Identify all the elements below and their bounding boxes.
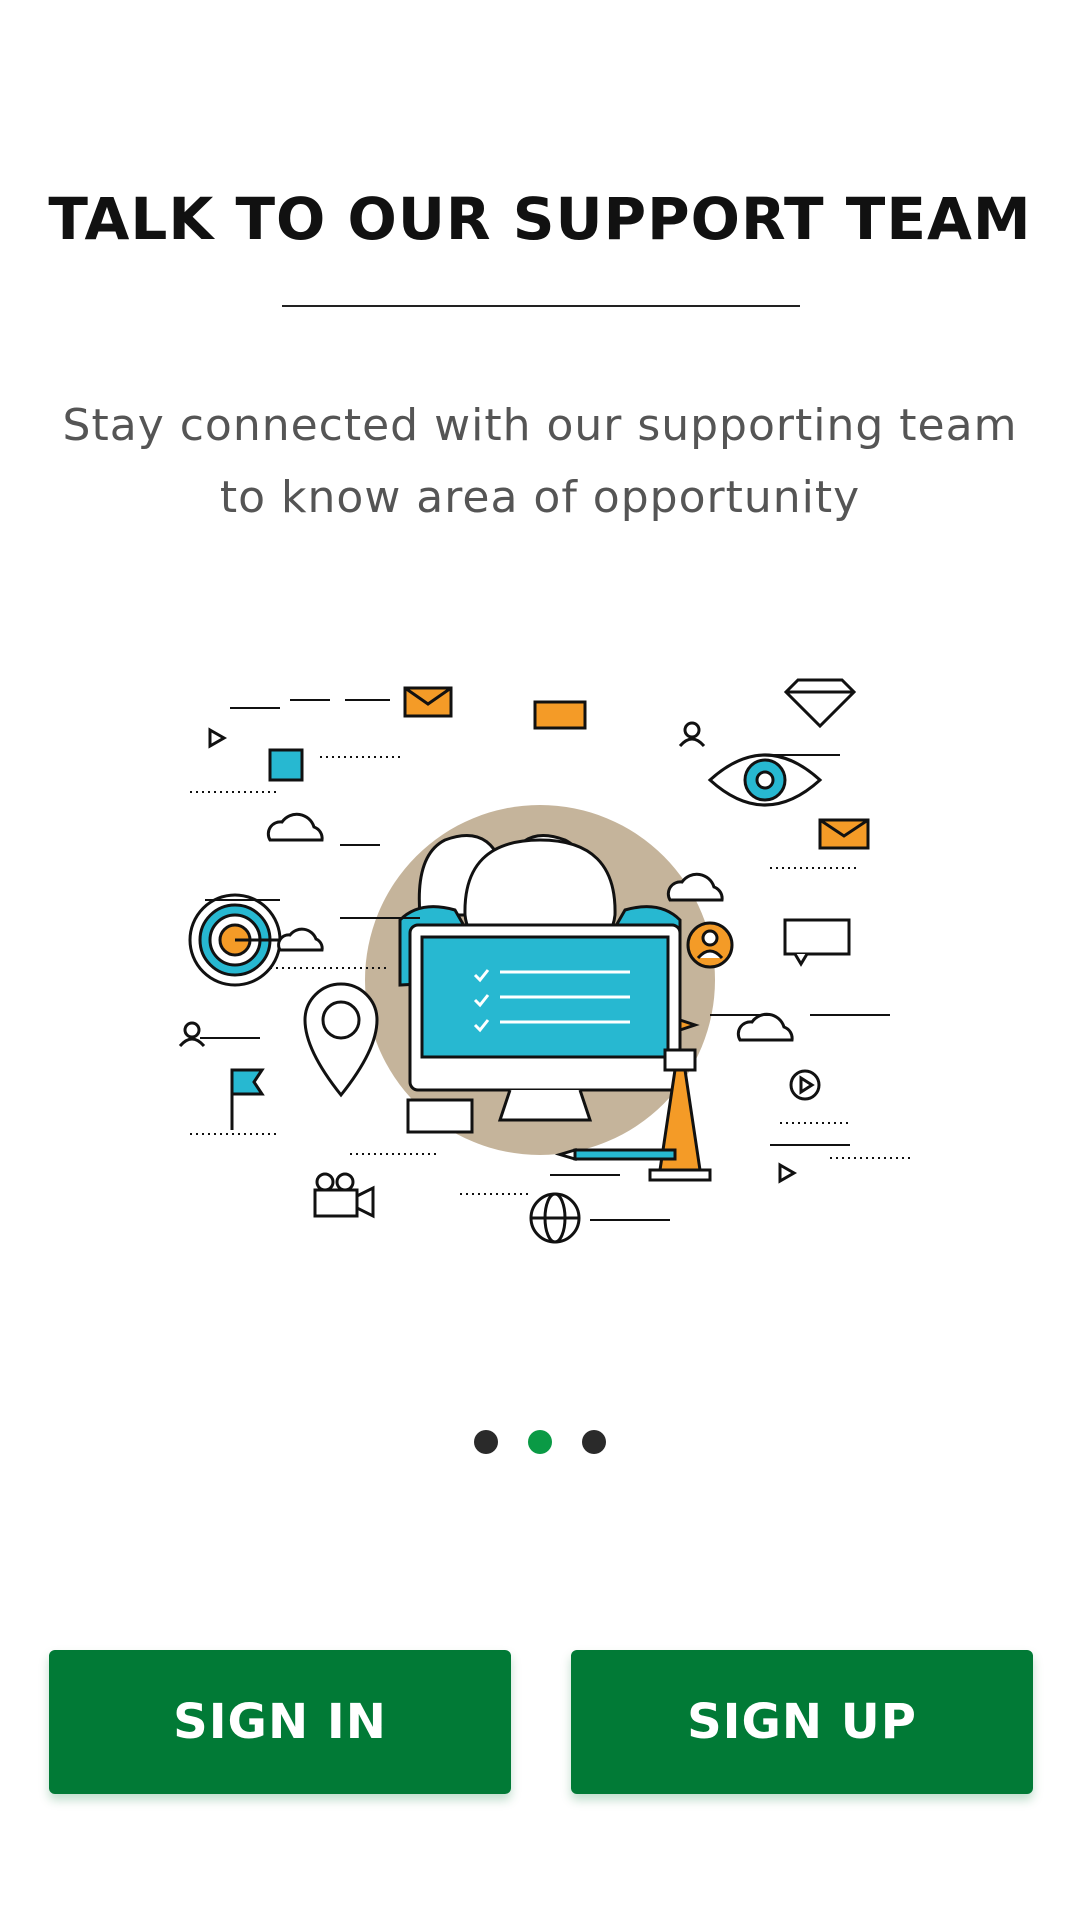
title-divider — [282, 305, 800, 307]
sign-up-button[interactable]: SIGN UP — [571, 1650, 1033, 1794]
pencil-icon — [554, 1147, 677, 1162]
sign-in-button[interactable]: SIGN IN — [49, 1650, 511, 1794]
subtitle-line-2: to know area of opportunity — [219, 472, 861, 523]
map-pin-icon — [303, 982, 379, 1098]
subtitle-line-1: Stay connected with our supporting team — [62, 400, 1018, 451]
page-indicator — [0, 1430, 1080, 1454]
page-subtitle: Stay connected with our supporting team … — [40, 390, 1040, 534]
support-team-illustration — [178, 678, 910, 1244]
globe-icon — [529, 1192, 581, 1244]
camera-icon — [313, 1172, 375, 1219]
monitor-checklist-icon — [408, 923, 682, 1122]
page-dot-2-active[interactable] — [528, 1430, 552, 1454]
page-title: TALK TO OUR SUPPORT TEAM — [48, 185, 1032, 253]
eye-icon — [707, 753, 823, 807]
flag-icon — [230, 1068, 265, 1130]
page-dot-3[interactable] — [582, 1430, 606, 1454]
target-icon — [188, 893, 290, 987]
page-dot-1[interactable] — [474, 1430, 498, 1454]
diamond-icon — [783, 678, 857, 729]
